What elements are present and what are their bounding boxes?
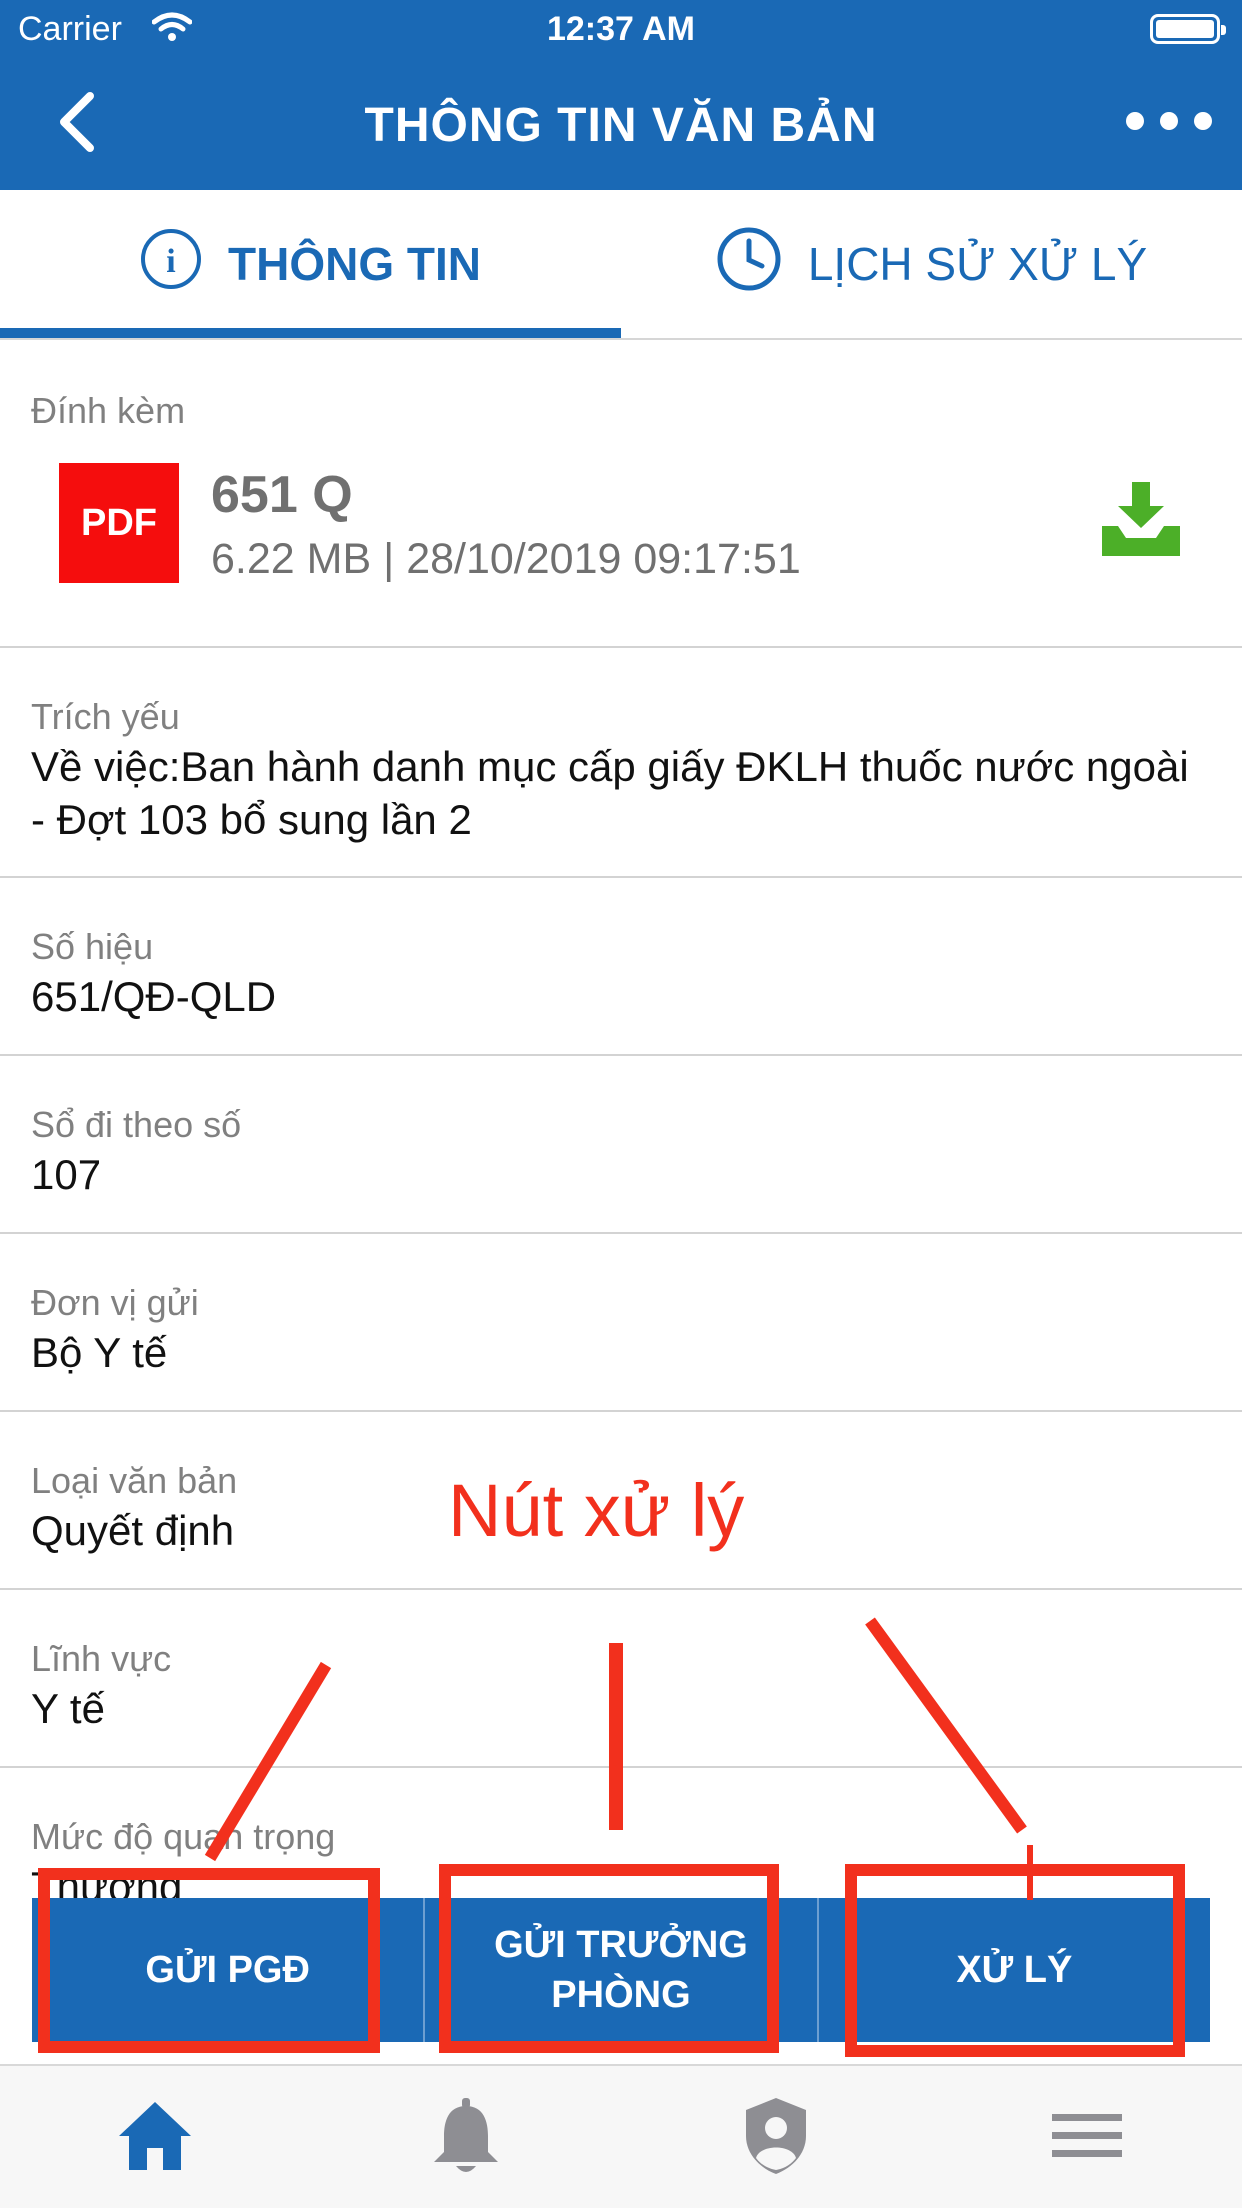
field-row-so-hieu: Số hiệu 651/QĐ-QLD bbox=[0, 878, 1242, 1056]
shield-user-icon[interactable] bbox=[736, 2096, 816, 2176]
field-value: Về việc:Ban hành danh mục cấp giấy ĐKLH … bbox=[31, 743, 1189, 843]
attachment-meta: 6.22 MB | 28/10/2019 09:17:51 bbox=[211, 535, 801, 583]
field-value: Y tế bbox=[31, 1685, 105, 1732]
attachment-row: Đính kèm bbox=[0, 340, 1242, 648]
tab-lich-su-xu-ly[interactable]: LỊCH SỬ XỬ LÝ bbox=[621, 190, 1242, 338]
active-tab-indicator bbox=[0, 328, 621, 338]
attachment-label: Đính kèm bbox=[31, 390, 186, 431]
field-label: Đơn vị gửi bbox=[31, 1282, 199, 1323]
tab-bar: i THÔNG TIN LỊCH SỬ XỬ LÝ bbox=[0, 190, 1242, 340]
page-title: THÔNG TIN VĂN BẢN bbox=[364, 99, 878, 152]
tab-lich-su-xu-ly-label: LỊCH SỬ XỬ LÝ bbox=[807, 238, 1148, 290]
battery-icon bbox=[1150, 14, 1226, 44]
menu-icon[interactable] bbox=[1048, 2096, 1128, 2176]
info-circle-icon: i bbox=[140, 228, 202, 301]
field-value: 651/QĐ-QLD bbox=[31, 973, 277, 1020]
top-bar: Carrier 12:37 AM THÔNG TIN VĂN BẢN bbox=[0, 0, 1242, 190]
annotation-box-send-head bbox=[439, 1864, 779, 2053]
field-value: 107 bbox=[31, 1151, 102, 1198]
field-label: Trích yếu bbox=[31, 696, 180, 737]
field-label: Mức độ quan trọng bbox=[31, 1816, 336, 1857]
field-row-trich-yeu: Trích yếu Về việc:Ban hành danh mục cấp … bbox=[0, 648, 1242, 878]
annotation-box-process bbox=[845, 1864, 1185, 2057]
svg-text:i: i bbox=[166, 243, 175, 280]
tab-thong-tin[interactable]: i THÔNG TIN bbox=[0, 190, 621, 338]
tab-thong-tin-label: THÔNG TIN bbox=[228, 238, 481, 290]
field-label: Lĩnh vực bbox=[31, 1638, 172, 1679]
bottom-tab-bar bbox=[0, 2064, 1242, 2208]
annotation-label: Nút xử lý bbox=[448, 1469, 745, 1552]
field-row-so-di-theo-so: Sổ đi theo số 107 bbox=[0, 1056, 1242, 1234]
download-tray-icon[interactable] bbox=[1098, 480, 1184, 558]
field-row-don-vi-gui: Đơn vị gửi Bộ Y tế bbox=[0, 1234, 1242, 1412]
annotation-box-send-pgd bbox=[38, 1868, 380, 2053]
more-horizontal-icon[interactable] bbox=[1124, 110, 1214, 134]
field-label: Số hiệu bbox=[31, 926, 154, 967]
clock-icon bbox=[716, 226, 782, 303]
field-label: Sổ đi theo số bbox=[31, 1104, 242, 1145]
bell-icon[interactable] bbox=[426, 2096, 506, 2176]
field-label: Loại văn bản bbox=[31, 1460, 238, 1501]
pdf-file-icon[interactable]: PDF bbox=[59, 463, 179, 583]
attachment-name[interactable]: 651 Q bbox=[211, 465, 353, 525]
field-value: Bộ Y tế bbox=[31, 1329, 168, 1376]
status-time: 12:37 AM bbox=[546, 10, 696, 48]
field-row-linh-vuc: Lĩnh vực Y tế bbox=[0, 1590, 1242, 1768]
home-icon[interactable] bbox=[115, 2096, 195, 2176]
